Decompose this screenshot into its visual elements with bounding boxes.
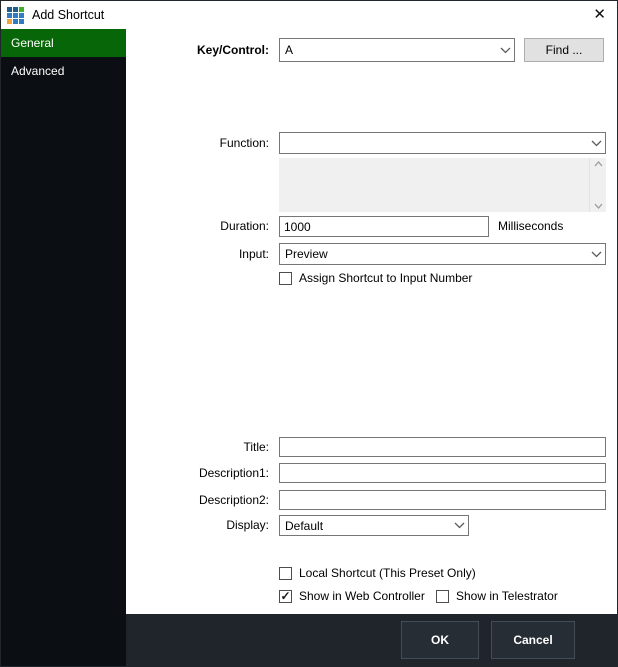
local-shortcut-label: Local Shortcut (This Preset Only) bbox=[299, 566, 476, 580]
chevron-down-icon bbox=[587, 251, 605, 258]
key-control-label: Key/Control: bbox=[126, 38, 269, 62]
scroll-up-icon[interactable] bbox=[590, 161, 606, 167]
description2-label: Description2: bbox=[126, 490, 269, 510]
function-parameter-box bbox=[279, 158, 606, 212]
ok-button[interactable]: OK bbox=[401, 621, 479, 659]
function-label: Function: bbox=[126, 132, 269, 154]
title-label: Title: bbox=[126, 437, 269, 457]
checkbox-icon[interactable] bbox=[279, 567, 292, 580]
display-value: Default bbox=[280, 519, 450, 533]
function-select[interactable] bbox=[279, 132, 606, 154]
window-title: Add Shortcut bbox=[32, 8, 104, 22]
footer-bar: OK Cancel bbox=[126, 614, 618, 667]
checkbox-icon[interactable] bbox=[436, 590, 449, 603]
scrollbar[interactable] bbox=[589, 158, 606, 212]
display-select[interactable]: Default bbox=[279, 515, 469, 536]
assign-shortcut-label: Assign Shortcut to Input Number bbox=[299, 271, 472, 285]
tab-general[interactable]: General bbox=[1, 29, 126, 57]
duration-input[interactable] bbox=[279, 216, 489, 237]
find-button[interactable]: Find ... bbox=[524, 38, 604, 62]
milliseconds-label: Milliseconds bbox=[498, 216, 563, 237]
input-select[interactable]: Preview bbox=[279, 243, 606, 265]
tab-advanced[interactable]: Advanced bbox=[1, 57, 126, 85]
local-shortcut-checkbox[interactable]: Local Shortcut (This Preset Only) bbox=[279, 566, 476, 580]
description2-input[interactable] bbox=[279, 490, 606, 510]
key-control-select[interactable]: A bbox=[279, 38, 515, 62]
web-controller-checkbox[interactable]: Show in Web Controller bbox=[279, 589, 425, 603]
app-logo-icon bbox=[7, 7, 24, 24]
title-input[interactable] bbox=[279, 437, 606, 457]
assign-shortcut-checkbox[interactable]: Assign Shortcut to Input Number bbox=[279, 271, 472, 285]
chevron-down-icon bbox=[496, 47, 514, 54]
description1-label: Description1: bbox=[126, 463, 269, 483]
titlebar: Add Shortcut ✕ bbox=[1, 1, 617, 29]
telestrator-checkbox[interactable]: Show in Telestrator bbox=[436, 589, 558, 603]
chevron-down-icon bbox=[450, 522, 468, 529]
telestrator-label: Show in Telestrator bbox=[456, 589, 558, 603]
checkbox-icon[interactable] bbox=[279, 272, 292, 285]
scroll-down-icon[interactable] bbox=[590, 203, 606, 209]
cancel-button[interactable]: Cancel bbox=[491, 621, 575, 659]
sidebar: General Advanced bbox=[1, 29, 126, 667]
input-value: Preview bbox=[280, 247, 587, 261]
input-label: Input: bbox=[126, 243, 269, 265]
key-control-value: A bbox=[280, 43, 496, 57]
duration-label: Duration: bbox=[126, 216, 269, 237]
display-label: Display: bbox=[126, 515, 269, 536]
general-panel: Key/Control: A Find ... Function: bbox=[126, 29, 618, 614]
checkbox-icon[interactable] bbox=[279, 590, 292, 603]
add-shortcut-dialog: Add Shortcut ✕ General Advanced Key/Cont… bbox=[0, 0, 618, 667]
close-icon[interactable]: ✕ bbox=[593, 1, 606, 29]
description1-input[interactable] bbox=[279, 463, 606, 483]
web-controller-label: Show in Web Controller bbox=[299, 589, 425, 603]
chevron-down-icon bbox=[587, 140, 605, 147]
